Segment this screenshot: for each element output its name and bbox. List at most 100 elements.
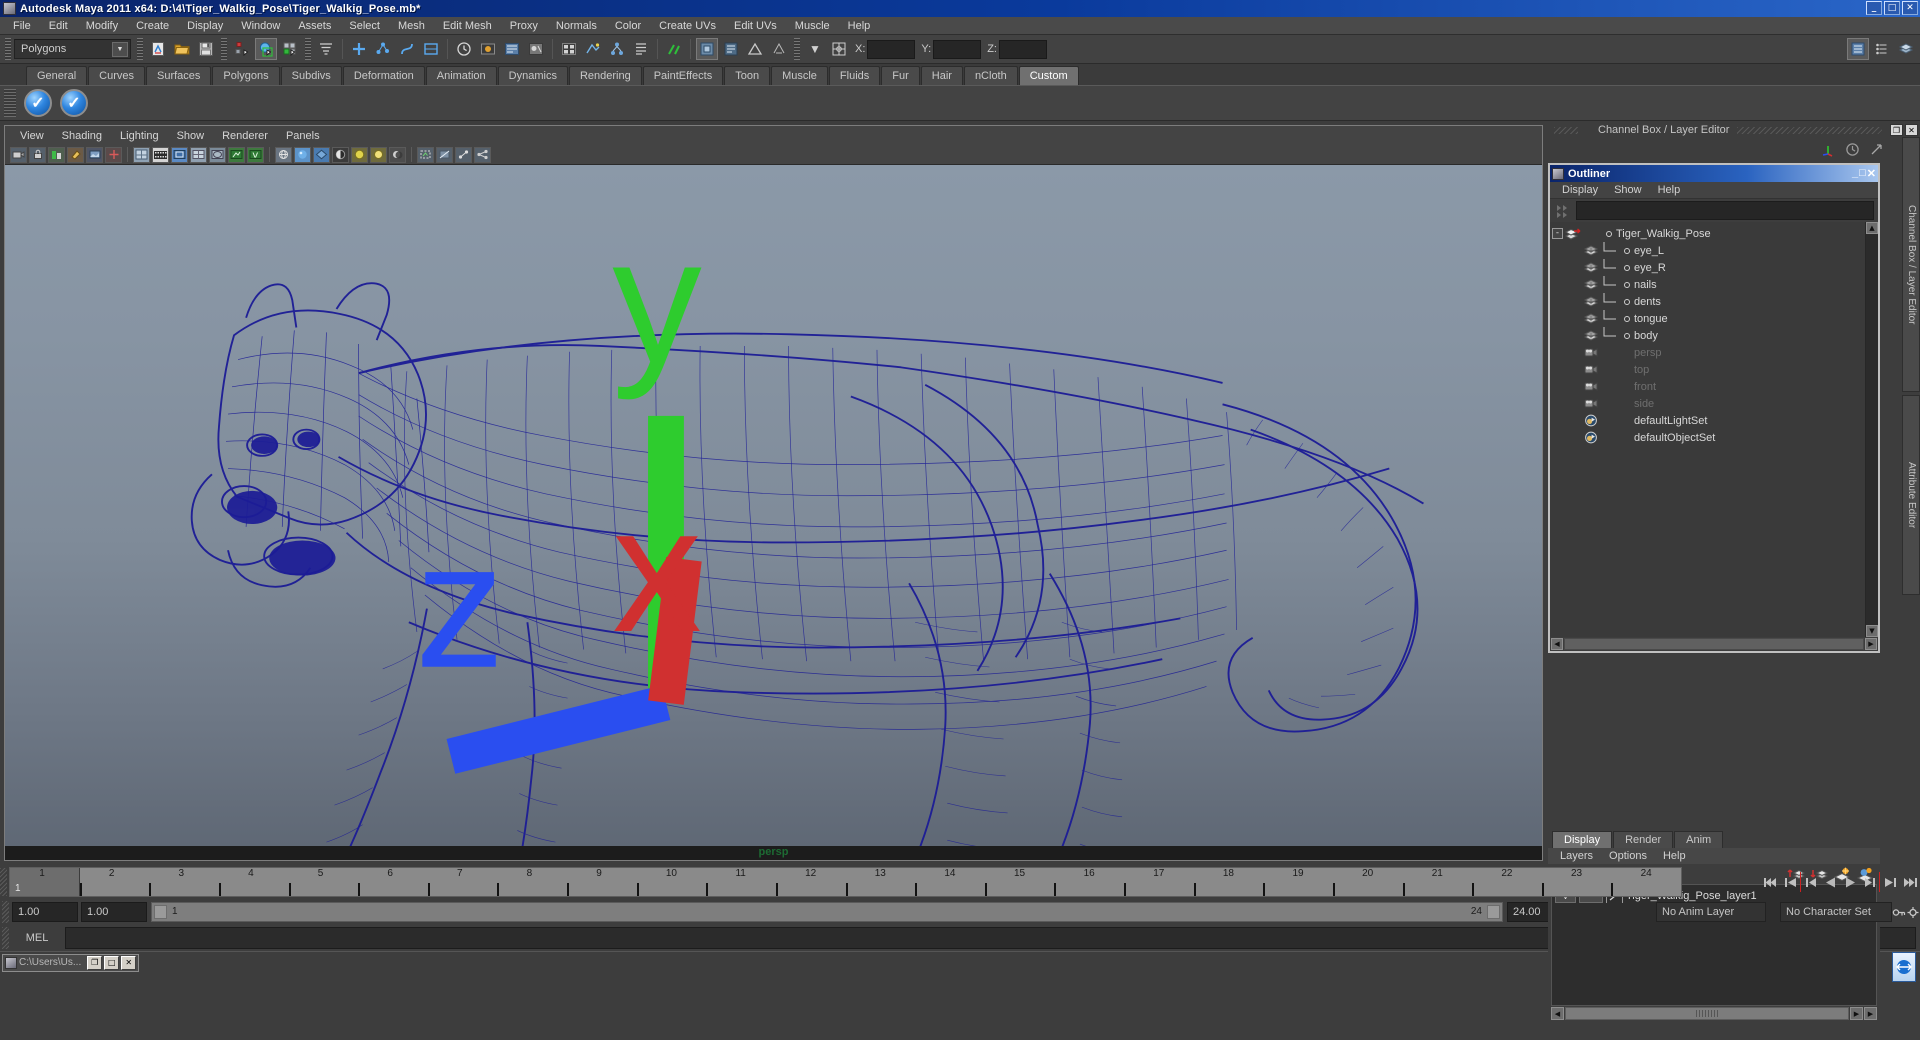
outliner-item-nails[interactable]: nails <box>1550 275 1865 293</box>
outliner-filter-icon[interactable] <box>1554 202 1572 220</box>
open-hypergraph-icon[interactable] <box>606 38 628 60</box>
command-line-gripper[interactable] <box>2 927 9 949</box>
channel-box-toggle-icon[interactable] <box>744 38 766 60</box>
expand-arrow-icon[interactable] <box>1868 141 1884 157</box>
range-slider-left-handle[interactable] <box>154 905 167 919</box>
minimized-script-window[interactable]: C:\Users\Us... ❐ □ ✕ <box>2 953 140 972</box>
dock-gripper[interactable] <box>1554 126 1578 134</box>
animation-preferences-icon[interactable] <box>1906 902 1920 922</box>
playback-start-time-field[interactable]: 1.00 <box>81 902 147 922</box>
outliner-item-front[interactable]: front <box>1550 378 1865 395</box>
coord-z-input[interactable] <box>998 39 1047 59</box>
play-forwards-icon[interactable] <box>1840 871 1860 893</box>
select-by-object-type-icon[interactable] <box>255 38 277 60</box>
shelf-check-icon-1[interactable]: ✓ <box>24 89 52 117</box>
two-d-pan-zoom-icon[interactable] <box>105 146 122 163</box>
render-settings-icon[interactable] <box>501 38 523 60</box>
render-view-icon[interactable] <box>477 38 499 60</box>
manipulator-axes-icon[interactable] <box>1820 141 1836 157</box>
layer-editor-tab-render[interactable]: Render <box>1613 831 1674 848</box>
open-hypershade-icon[interactable] <box>558 38 580 60</box>
lighting-toggle-icon[interactable] <box>370 146 387 163</box>
time-slider-gripper[interactable] <box>0 868 7 896</box>
open-scene-icon[interactable] <box>171 38 193 60</box>
resolution-gate-icon[interactable] <box>171 146 188 163</box>
tool-settings-toggle-icon[interactable] <box>768 38 790 60</box>
outliner-horizontal-scrollbar[interactable]: ◀ ▶ <box>1550 637 1878 651</box>
chevron-down-icon-2[interactable]: ▼ <box>804 38 826 60</box>
transform-center-icon[interactable] <box>828 38 850 60</box>
ipr-render-icon[interactable] <box>525 38 547 60</box>
show-tool-settings-icon[interactable] <box>1871 38 1893 60</box>
scroll-down-arrow-icon[interactable]: ▼ <box>1866 625 1878 637</box>
layer-menu-options[interactable]: Options <box>1601 850 1655 862</box>
menu-item-modify[interactable]: Modify <box>77 19 127 33</box>
xray-joints-icon[interactable] <box>455 146 472 163</box>
menu-item-create-uvs[interactable]: Create UVs <box>650 19 725 33</box>
new-scene-icon[interactable] <box>147 38 169 60</box>
outliner-tree[interactable]: - Tiger_Walkig_Pose eye_L eye_R nails dents to… <box>1550 222 1878 637</box>
grid-toggle-icon[interactable] <box>133 146 150 163</box>
outliner-minimize-button[interactable]: _ <box>1852 167 1858 180</box>
tab-channel-box-layer-editor[interactable]: Channel Box / Layer Editor <box>1902 137 1920 392</box>
toolbar-gripper-3[interactable] <box>221 38 227 60</box>
minimized-restore-button[interactable]: ❐ <box>87 955 103 970</box>
outliner-item-tiger-walkig-pose[interactable]: - Tiger_Walkig_Pose <box>1550 225 1865 242</box>
layer-menu-help[interactable]: Help <box>1655 850 1694 862</box>
toolbar-gripper[interactable] <box>5 38 11 60</box>
outliner-item-defaultlightset[interactable]: defaultLightSet <box>1550 412 1865 429</box>
range-slider-right-handle[interactable] <box>1487 905 1500 919</box>
layer-editor-tab-display[interactable]: Display <box>1552 831 1613 848</box>
shelf-tab-surfaces[interactable]: Surfaces <box>145 66 212 85</box>
outliner-item-tongue[interactable]: tongue <box>1550 309 1865 327</box>
viewport-menu-show[interactable]: Show <box>168 129 214 143</box>
layer-menu-layers[interactable]: Layers <box>1552 850 1601 862</box>
shelf-gripper[interactable] <box>4 89 16 117</box>
scroll-left-arrow-icon[interactable]: ◀ <box>1551 638 1563 650</box>
shelf-tab-dynamics[interactable]: Dynamics <box>497 66 568 85</box>
h-scroll-track[interactable] <box>1564 638 1864 650</box>
lock-camera-icon[interactable] <box>29 146 46 163</box>
bookmark-icon[interactable] <box>67 146 84 163</box>
menu-item-help[interactable]: Help <box>839 19 880 33</box>
viewport-menu-shading[interactable]: Shading <box>53 129 111 143</box>
layer-scroll-left-icon[interactable]: ◀ <box>1551 1007 1564 1020</box>
viewport-menu-lighting[interactable]: Lighting <box>111 129 168 143</box>
anim-layer-selector[interactable]: No Anim Layer <box>1656 902 1766 922</box>
auto-key-icon[interactable] <box>1892 902 1906 922</box>
show-manipulator-icon[interactable] <box>696 38 718 60</box>
menu-item-file[interactable]: File <box>4 19 40 33</box>
range-slider-gripper[interactable] <box>2 901 9 923</box>
show-layer-editor-icon[interactable] <box>1895 38 1917 60</box>
go-to-start-icon[interactable] <box>1760 871 1780 893</box>
step-forward-key-icon[interactable] <box>1880 871 1900 893</box>
coord-y-input[interactable] <box>933 39 982 59</box>
toolbar-gripper-2[interactable] <box>137 38 143 60</box>
layer-scroll-right-icon-2[interactable]: ▶ <box>1864 1007 1877 1020</box>
command-input-field[interactable] <box>65 927 1582 949</box>
outliner-vertical-scrollbar[interactable]: ▲ ▼ <box>1865 222 1878 637</box>
outliner-item-top[interactable]: top <box>1550 361 1865 378</box>
minimized-close-button[interactable]: ✕ <box>121 955 137 970</box>
save-scene-icon[interactable] <box>195 38 217 60</box>
outliner-menu-display[interactable]: Display <box>1554 184 1606 196</box>
outliner-menu-show[interactable]: Show <box>1606 184 1650 196</box>
shelf-tab-rendering[interactable]: Rendering <box>568 66 642 85</box>
shelf-tab-painteffects[interactable]: PaintEffects <box>642 66 724 85</box>
outliner-item-dents[interactable]: dents <box>1550 292 1865 310</box>
shadows-toggle-icon[interactable] <box>389 146 406 163</box>
texture-toggle-icon[interactable] <box>351 146 368 163</box>
isolate-select-icon[interactable] <box>417 146 434 163</box>
attribute-editor-toggle-icon[interactable] <box>720 38 742 60</box>
outliner-maximize-button[interactable]: □ <box>1859 167 1866 180</box>
shelf-tab-fur[interactable]: Fur <box>881 66 920 85</box>
menu-item-window[interactable]: Window <box>232 19 289 33</box>
scroll-right-arrow-icon[interactable]: ▶ <box>1865 638 1877 650</box>
menu-item-normals[interactable]: Normals <box>547 19 606 33</box>
shelf-tab-custom[interactable]: Custom <box>1018 66 1079 85</box>
film-gate-icon[interactable] <box>152 146 169 163</box>
layer-horizontal-scrollbar[interactable]: ◀ ▶ ▶ <box>1548 1006 1880 1021</box>
shelf-tab-toon[interactable]: Toon <box>724 66 771 85</box>
close-button[interactable]: ✕ <box>1902 1 1918 15</box>
minimize-button[interactable]: _ <box>1866 1 1882 15</box>
